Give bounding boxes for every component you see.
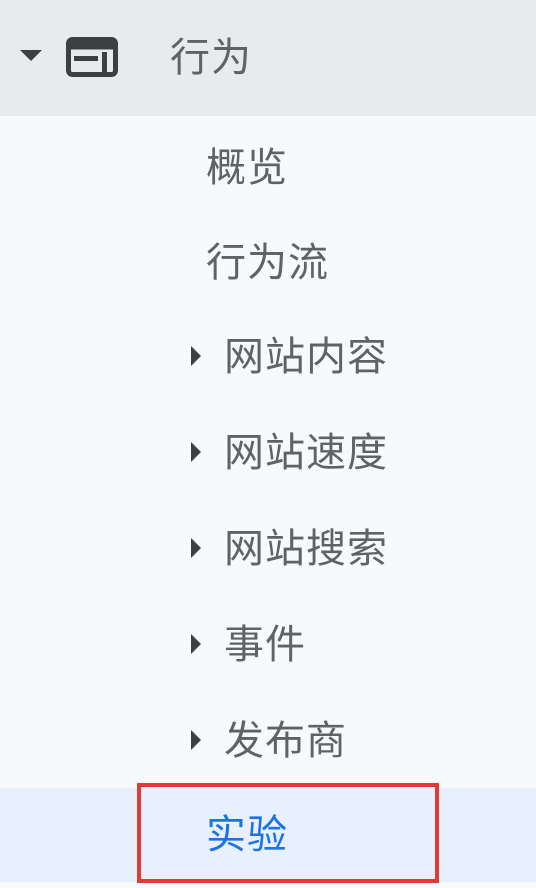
section-header-behavior[interactable]: 行为 bbox=[0, 0, 536, 116]
caret-right-icon bbox=[191, 634, 201, 654]
nav-item-site-search[interactable]: 网站搜索 bbox=[0, 502, 536, 596]
dashboard-layout-icon bbox=[66, 37, 118, 81]
caret-right-icon bbox=[191, 538, 201, 558]
nav-item-behavior-flow[interactable]: 行为流 bbox=[0, 216, 536, 310]
nav-item-label: 网站内容 bbox=[224, 334, 388, 380]
section-title: 行为 bbox=[170, 35, 252, 81]
nav-item-label: 行为流 bbox=[206, 240, 329, 286]
nav-item-site-speed[interactable]: 网站速度 bbox=[0, 406, 536, 500]
nav-item-site-content[interactable]: 网站内容 bbox=[0, 310, 536, 404]
nav-item-label: 网站速度 bbox=[224, 430, 388, 476]
nav-item-overview[interactable]: 概览 bbox=[0, 121, 536, 215]
nav-item-publisher[interactable]: 发布商 bbox=[0, 694, 536, 788]
sidebar-nav: 行为 概览 行为流 网站内容 网站速度 网站搜索 事件 发布商 实验 bbox=[0, 0, 536, 888]
caret-right-icon bbox=[191, 442, 201, 462]
nav-item-label: 事件 bbox=[224, 622, 306, 668]
nav-item-label: 实验 bbox=[206, 812, 288, 858]
nav-item-label: 概览 bbox=[206, 145, 288, 191]
nav-item-events[interactable]: 事件 bbox=[0, 598, 536, 692]
caret-down-icon[interactable] bbox=[20, 50, 42, 61]
caret-right-icon bbox=[191, 346, 201, 366]
nav-item-label: 网站搜索 bbox=[224, 526, 388, 572]
nav-item-experiments[interactable]: 实验 bbox=[0, 788, 536, 882]
caret-right-icon bbox=[191, 730, 201, 750]
nav-item-label: 发布商 bbox=[224, 718, 347, 764]
